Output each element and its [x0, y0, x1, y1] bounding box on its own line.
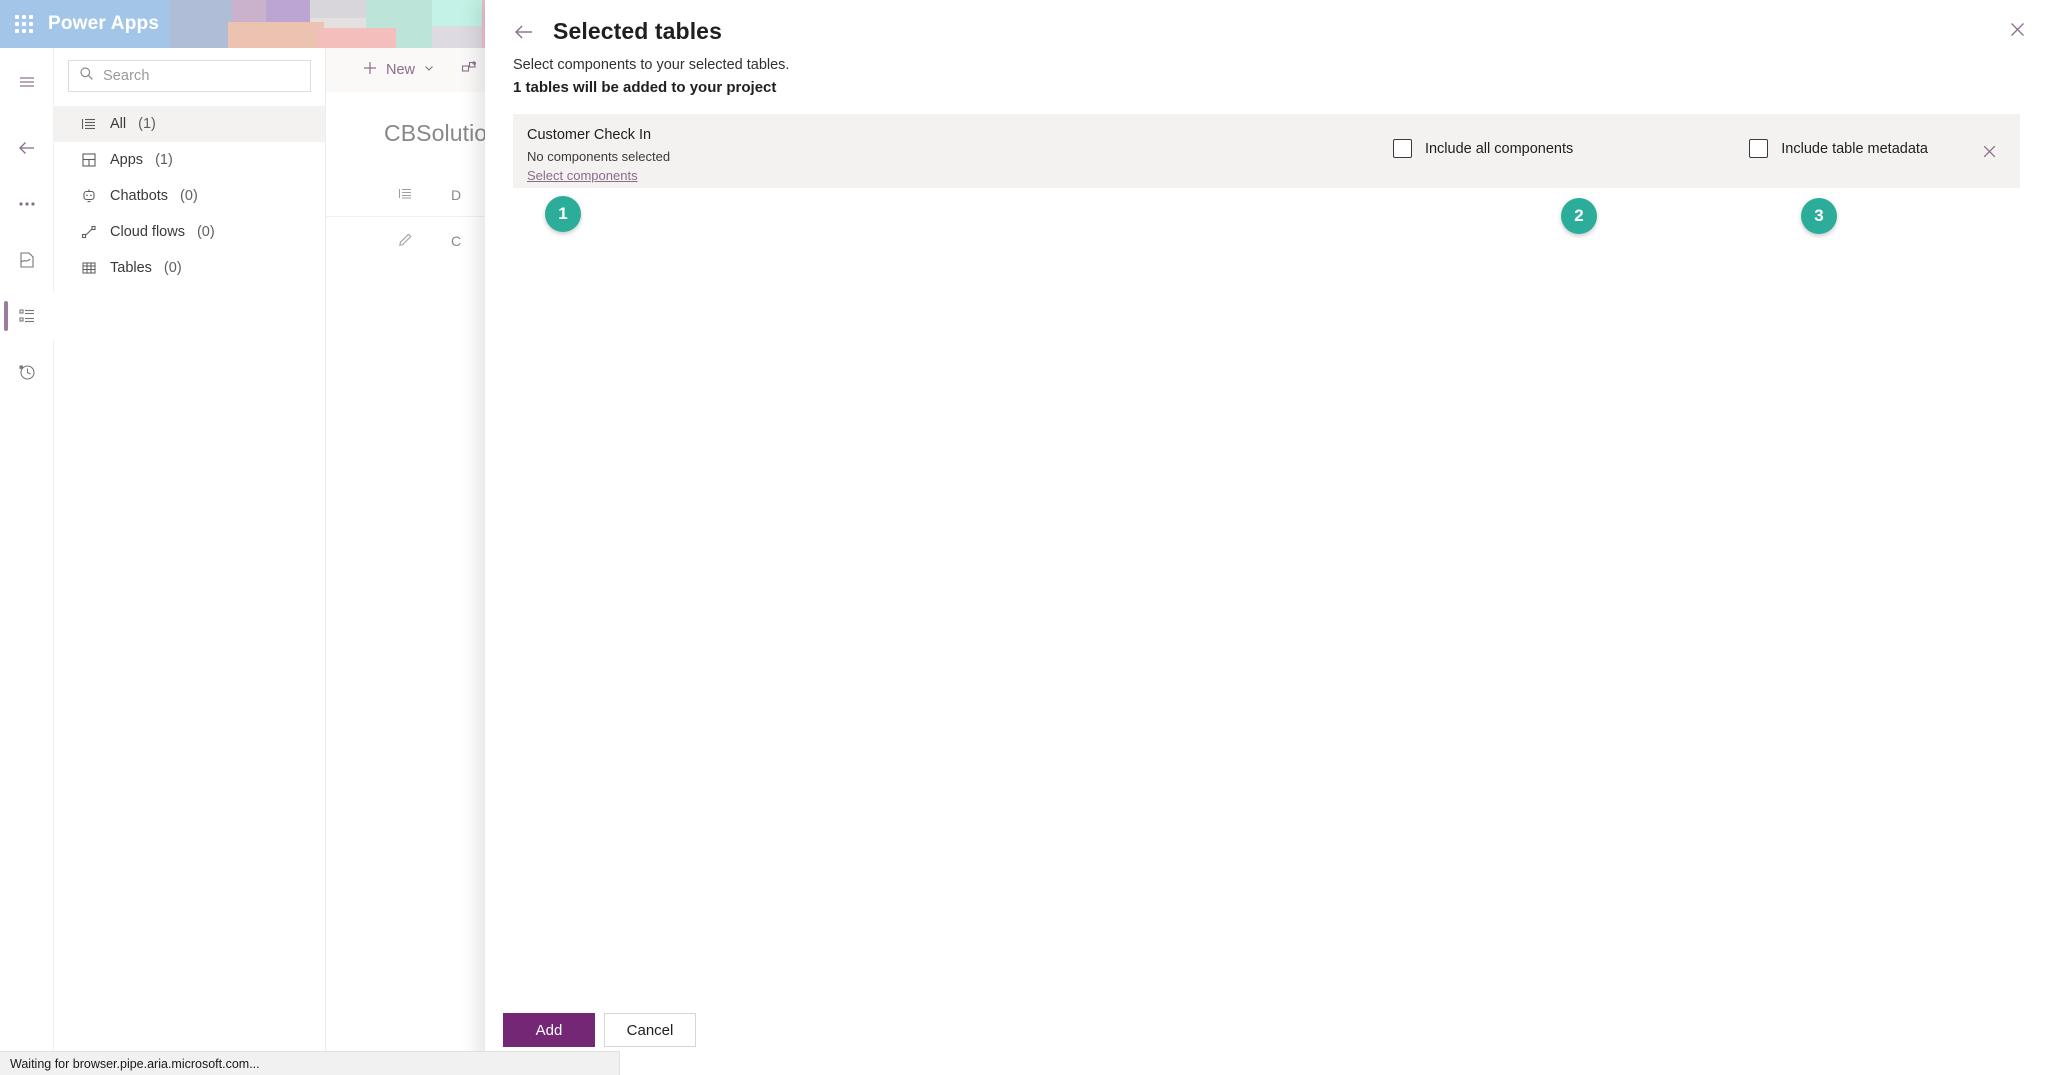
table-components-status: No components selected [527, 149, 671, 164]
sidebar-item-count: (0) [180, 188, 198, 204]
checkbox-box[interactable] [1749, 139, 1769, 158]
grid-header-label: D [451, 186, 462, 203]
ellipsis-icon[interactable] [0, 180, 54, 228]
panel-title-row: Selected tables [513, 18, 2020, 45]
add-existing-icon [461, 60, 478, 81]
panel-header: Selected tables Select components to you… [485, 0, 2048, 96]
sidebar-item-label: All [110, 116, 127, 132]
sidebar-item-count: (1) [155, 152, 173, 168]
nav-list: All (1) Apps (1) Chatbots (0) Cloud flow… [54, 106, 325, 286]
annotation-badge-1: 1 [545, 196, 581, 232]
panel-title: Selected tables [553, 18, 722, 44]
add-existing-button[interactable] [461, 60, 478, 81]
sidebar-item-label: Chatbots [110, 188, 169, 204]
apps-grid-icon [80, 151, 98, 169]
browser-status-bar: Waiting for browser.pipe.aria.microsoft.… [0, 1051, 620, 1075]
cancel-button[interactable]: Cancel [604, 1013, 696, 1047]
panel-footer: Add Cancel [485, 1013, 2048, 1075]
panel-subtitle: Select components to your selected table… [513, 57, 790, 73]
new-button-label: New [386, 62, 416, 78]
add-button[interactable]: Add [503, 1013, 595, 1047]
back-arrow-icon[interactable] [513, 21, 535, 43]
table-card: Customer Check In No components selected… [513, 114, 2020, 188]
sidebar-item-label: Tables [110, 260, 152, 276]
app-launcher-icon[interactable] [0, 0, 48, 48]
list-icon [80, 115, 98, 133]
recent-clock-icon[interactable] [0, 348, 54, 396]
selected-tables-panel: Selected tables Select components to you… [485, 0, 2048, 1075]
sidebar-item-chatbots[interactable]: Chatbots (0) [54, 178, 325, 214]
panel-emphasis-text: 1 tables will be added to your project [513, 79, 777, 96]
sidebar-item-count: (1) [138, 116, 156, 132]
selected-tables-list: Customer Check In No components selected… [485, 96, 2048, 188]
search-input[interactable]: Search [68, 60, 311, 92]
list-icon [398, 186, 413, 204]
flow-icon [80, 223, 98, 241]
apps-page-icon[interactable] [0, 236, 54, 284]
include-table-metadata-checkbox[interactable]: Include table metadata [1749, 139, 1928, 158]
pencil-icon [398, 232, 413, 250]
include-all-components-checkbox[interactable]: Include all components [1392, 139, 1574, 158]
search-placeholder: Search [103, 68, 150, 84]
remove-table-icon[interactable] [1976, 138, 2002, 164]
select-components-link[interactable]: Select components [527, 168, 638, 184]
checkbox-label: Include table metadata [1781, 140, 1928, 157]
checkbox-box[interactable] [1392, 139, 1412, 158]
table-card-info: Customer Check In No components selected… [527, 126, 1393, 185]
table-name: Customer Check In [527, 127, 652, 143]
brand-title[interactable]: Power Apps [48, 13, 159, 35]
sidebar-item-tables[interactable]: Tables (0) [54, 250, 325, 286]
sidebar-item-count: (0) [196, 224, 215, 240]
annotation-badge-3: 3 [1801, 198, 1837, 234]
annotation-badge-2: 2 [1561, 198, 1597, 234]
new-button[interactable]: New [362, 60, 435, 80]
suite-header-left: Power Apps [0, 0, 170, 48]
chevron-down-icon [423, 62, 435, 78]
left-icon-rail [0, 48, 54, 1075]
close-icon[interactable] [2000, 12, 2034, 46]
table-icon [80, 259, 98, 277]
sidebar-item-all[interactable]: All (1) [54, 106, 325, 142]
plus-icon [362, 60, 378, 80]
sidebar-item-label: Cloud flows [110, 224, 185, 240]
search-container: Search [54, 48, 325, 102]
sidebar-item-solutions[interactable] [0, 292, 54, 340]
hamburger-menu-icon[interactable] [0, 58, 54, 106]
sidebar-item-cloud-flows[interactable]: Cloud flows (0) [54, 214, 325, 250]
back-arrow-icon[interactable] [0, 124, 54, 172]
grid-row-label: C [451, 233, 462, 249]
sidebar-item-count: (0) [163, 260, 182, 276]
panel-body-empty-area [485, 188, 2048, 1013]
search-icon [79, 66, 94, 86]
secondary-nav-panel: Search All (1) Apps (1) Chatbots (0) Clo… [54, 48, 326, 1075]
sidebar-item-label: Apps [110, 152, 144, 168]
checkbox-label: Include all components [1424, 140, 1574, 157]
bot-icon [80, 187, 98, 205]
sidebar-item-apps[interactable]: Apps (1) [54, 142, 325, 178]
